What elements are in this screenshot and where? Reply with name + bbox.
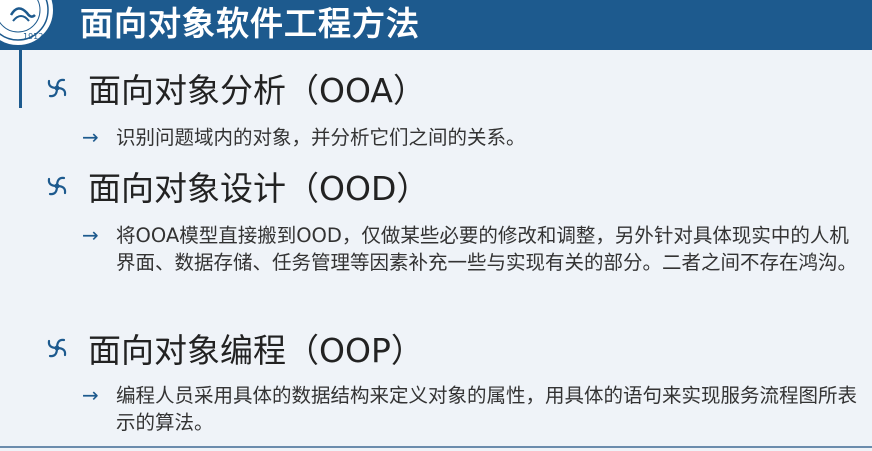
section-heading-ood: 面向对象设计（OOD） bbox=[44, 164, 429, 208]
section-heading-text: 面向对象设计（OOD） bbox=[88, 169, 430, 208]
section-heading-text: 面向对象分析（OOA） bbox=[88, 71, 426, 110]
page-title: 面向对象软件工程方法 bbox=[80, 4, 420, 43]
title-bar: 1912 面向对象软件工程方法 bbox=[0, 0, 872, 50]
section-body-text: 识别问题域内的对象，并分析它们之间的关系。 bbox=[116, 126, 526, 149]
logo-year-text: 1912 bbox=[23, 32, 43, 41]
section-heading-oop: 面向对象编程（OOP） bbox=[44, 326, 424, 370]
swirl-bullet-icon bbox=[47, 338, 67, 358]
section-body-ooa: → 识别问题域内的对象，并分析它们之间的关系。 bbox=[82, 124, 866, 151]
university-seal-logo: 1912 bbox=[0, 0, 56, 48]
arrow-icon: → bbox=[82, 383, 99, 407]
section-body-text: 将OOA模型直接搬到OOD，仅做某些必要的修改和调整，另外针对具体现实中的人机界… bbox=[116, 224, 858, 274]
arrow-icon: → bbox=[82, 223, 99, 247]
section-heading-text: 面向对象编程（OOP） bbox=[88, 331, 424, 370]
swirl-bullet-icon bbox=[47, 78, 67, 98]
bottom-divider bbox=[0, 446, 872, 448]
section-body-ood: → 将OOA模型直接搬到OOD，仅做某些必要的修改和调整，另外针对具体现实中的人… bbox=[82, 222, 866, 276]
section-heading-ooa: 面向对象分析（OOA） bbox=[44, 66, 426, 110]
section-body-text: 编程人员采用具体的数据结构来定义对象的属性，用具体的语句来实现服务流程图所表示的… bbox=[116, 384, 858, 434]
section-body-oop: → 编程人员采用具体的数据结构来定义对象的属性，用具体的语句来实现服务流程图所表… bbox=[82, 382, 866, 436]
arrow-icon: → bbox=[82, 125, 99, 149]
swirl-bullet-icon bbox=[47, 176, 67, 196]
accent-vertical-line bbox=[19, 50, 22, 108]
